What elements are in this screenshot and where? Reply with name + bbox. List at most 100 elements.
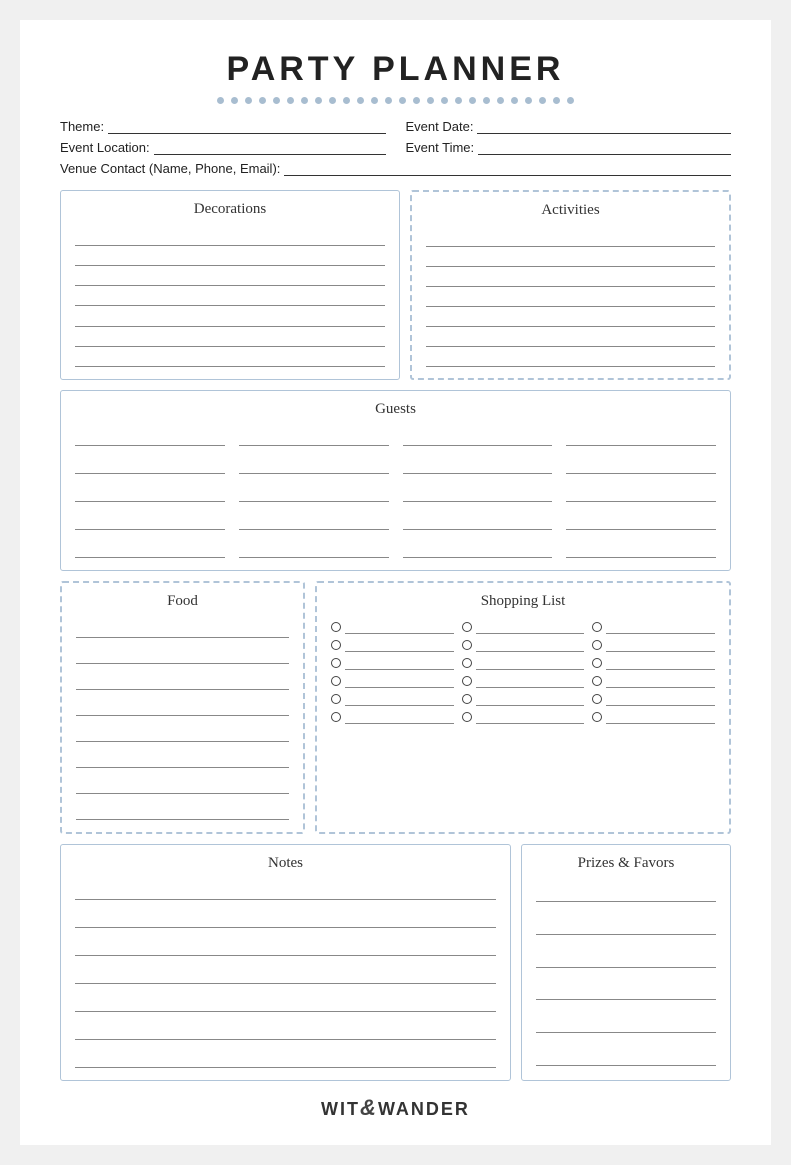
dot — [301, 97, 308, 104]
fields-section: Theme: Event Date: Event Location: Event… — [60, 118, 731, 176]
write-line — [75, 329, 385, 347]
activities-title: Activities — [426, 202, 715, 219]
dot — [413, 97, 420, 104]
shopping-col-2 — [462, 620, 585, 822]
dot — [399, 97, 406, 104]
decorations-title: Decorations — [75, 201, 385, 218]
write-line — [75, 540, 225, 558]
event-location-input[interactable] — [154, 139, 386, 155]
food-title: Food — [76, 593, 289, 610]
dot — [455, 97, 462, 104]
check-row — [331, 656, 454, 670]
check-row — [462, 674, 585, 688]
check-circle — [592, 676, 602, 686]
write-line — [75, 228, 385, 246]
check-line — [476, 692, 585, 706]
check-circle — [331, 694, 341, 704]
write-line — [75, 456, 225, 474]
write-line — [76, 620, 289, 638]
dot — [483, 97, 490, 104]
check-circle — [592, 622, 602, 632]
check-line — [345, 656, 454, 670]
check-line — [476, 710, 585, 724]
check-row — [462, 710, 585, 724]
check-circle — [462, 658, 472, 668]
check-circle — [462, 694, 472, 704]
check-line — [606, 692, 715, 706]
check-row — [592, 692, 715, 706]
write-line — [426, 309, 715, 327]
write-line — [75, 1022, 496, 1040]
check-row — [462, 656, 585, 670]
event-date-input[interactable] — [477, 118, 731, 134]
dot — [497, 97, 504, 104]
venue-contact-label: Venue Contact (Name, Phone, Email): — [60, 161, 280, 176]
dot — [539, 97, 546, 104]
check-circle — [331, 658, 341, 668]
write-line — [75, 882, 496, 900]
write-line — [566, 484, 716, 502]
footer: WIT&WANDER — [60, 1095, 731, 1121]
write-line — [239, 512, 389, 530]
write-line — [536, 950, 716, 968]
guests-col-1 — [75, 428, 225, 560]
prizes-lines — [536, 882, 716, 1070]
guests-columns — [75, 428, 716, 560]
dot — [427, 97, 434, 104]
theme-input[interactable] — [108, 118, 385, 134]
check-row — [592, 638, 715, 652]
food-box: Food — [60, 581, 305, 834]
guests-box: Guests — [60, 390, 731, 571]
write-line — [75, 966, 496, 984]
decorations-box: Decorations — [60, 190, 400, 380]
write-line — [536, 982, 716, 1000]
check-row — [592, 620, 715, 634]
shopping-col-3 — [592, 620, 715, 822]
check-row — [331, 620, 454, 634]
write-line — [566, 428, 716, 446]
guests-col-4 — [566, 428, 716, 560]
check-row — [331, 710, 454, 724]
write-line — [239, 456, 389, 474]
check-line — [606, 638, 715, 652]
write-line — [75, 938, 496, 956]
check-circle — [462, 712, 472, 722]
write-line — [239, 540, 389, 558]
page-title: PARTY PLANNER — [60, 50, 731, 89]
write-line — [426, 329, 715, 347]
write-line — [75, 248, 385, 266]
check-line — [606, 656, 715, 670]
row-decorations-activities: Decorations Activities — [60, 190, 731, 380]
row-notes-prizes: Notes Prizes & Favors — [60, 844, 731, 1081]
dot — [287, 97, 294, 104]
check-row — [592, 656, 715, 670]
write-line — [426, 249, 715, 267]
check-circle — [331, 676, 341, 686]
venue-contact-input[interactable] — [284, 160, 731, 176]
prizes-title: Prizes & Favors — [536, 855, 716, 872]
write-line — [76, 802, 289, 820]
check-line — [345, 674, 454, 688]
dot — [553, 97, 560, 104]
check-row — [592, 710, 715, 724]
check-circle — [592, 640, 602, 650]
shopping-grid — [331, 620, 715, 822]
dot — [217, 97, 224, 104]
write-line — [426, 229, 715, 247]
write-line — [566, 456, 716, 474]
event-time-input[interactable] — [478, 139, 731, 155]
check-row — [592, 674, 715, 688]
write-line — [566, 540, 716, 558]
check-row — [462, 638, 585, 652]
write-line — [536, 1048, 716, 1066]
write-line — [75, 484, 225, 502]
check-circle — [592, 694, 602, 704]
check-line — [476, 674, 585, 688]
check-line — [606, 674, 715, 688]
prizes-box: Prizes & Favors — [521, 844, 731, 1081]
write-line — [76, 672, 289, 690]
notes-box: Notes — [60, 844, 511, 1081]
theme-label: Theme: — [60, 119, 104, 134]
guests-title: Guests — [75, 401, 716, 418]
write-line — [76, 698, 289, 716]
